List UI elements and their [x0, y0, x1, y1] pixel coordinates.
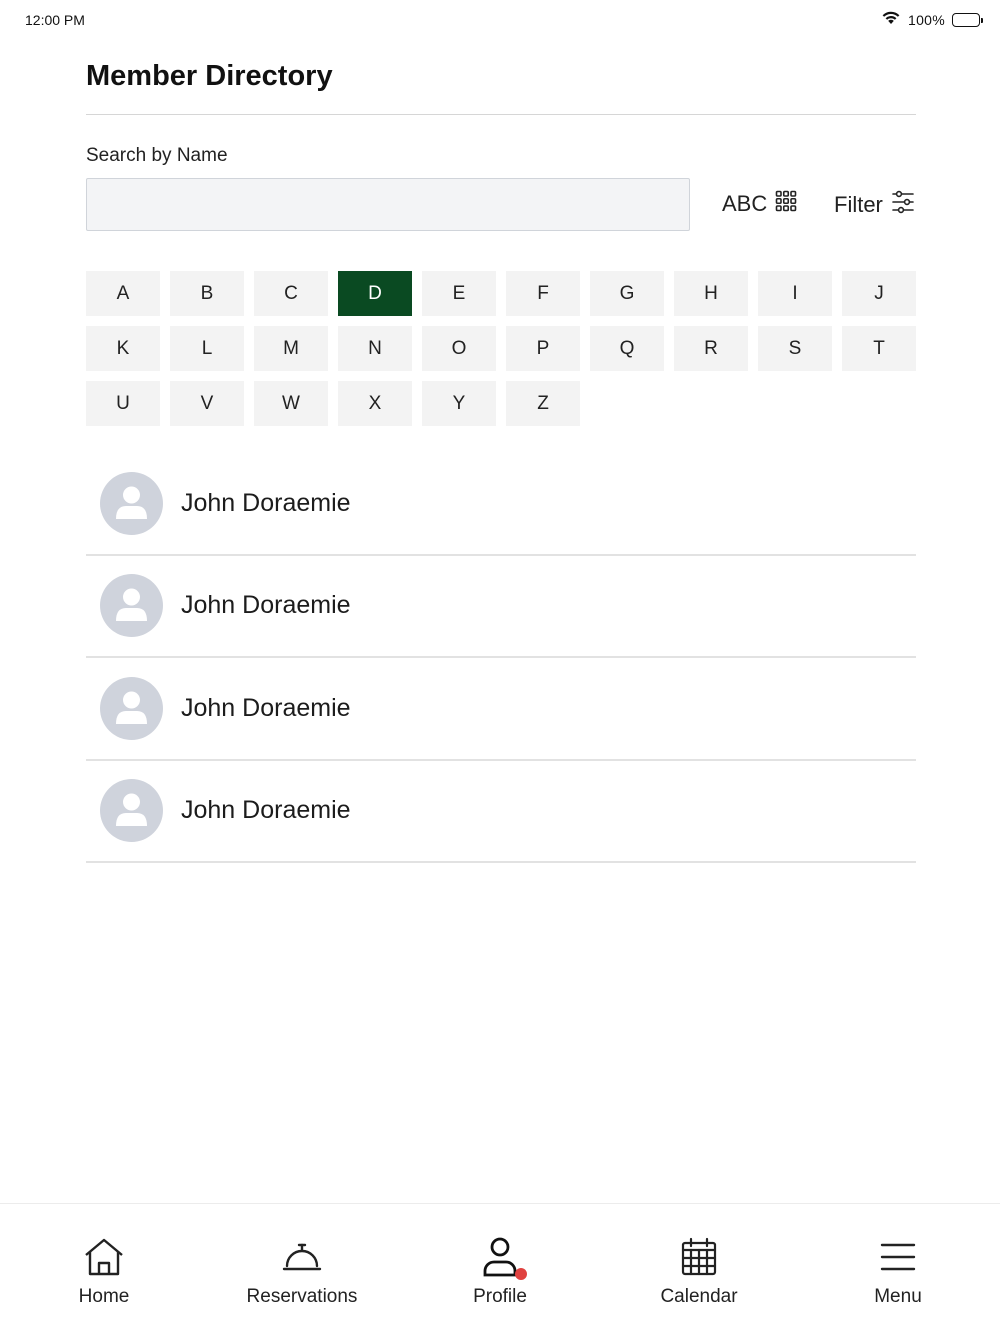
nav-menu-label: Menu [874, 1286, 922, 1307]
home-icon [82, 1232, 126, 1282]
member-row[interactable]: John Doraemie [86, 658, 916, 761]
member-row[interactable]: John Doraemie [86, 453, 916, 556]
title-divider [86, 114, 916, 115]
letter-button-a[interactable]: A [86, 271, 160, 316]
alphabet-filter: ABCDEFGHIJ KLMNOPQRST UVWXYZ [86, 271, 916, 426]
member-row[interactable]: John Doraemie [86, 556, 916, 658]
status-bar: 12:00 PM 100% [0, 0, 1000, 40]
member-name: John Doraemie [181, 591, 351, 620]
member-name: John Doraemie [181, 488, 351, 517]
letter-button-g[interactable]: G [590, 271, 664, 316]
abc-view-toggle[interactable]: ABC [722, 190, 797, 217]
battery-icon [952, 13, 983, 27]
letter-button-k[interactable]: K [86, 326, 160, 371]
letter-button-h[interactable]: H [674, 271, 748, 316]
member-name: John Doraemie [181, 796, 351, 825]
nav-menu[interactable]: Menu [818, 1232, 978, 1308]
search-input[interactable] [86, 178, 690, 231]
sliders-icon [891, 190, 915, 219]
abc-toggle-label: ABC [722, 190, 768, 216]
letter-button-j[interactable]: J [842, 271, 916, 316]
member-directory-screen: 12:00 PM 100% Member Directory Search by… [0, 0, 1000, 1334]
letter-button-c[interactable]: C [254, 271, 328, 316]
letter-button-d[interactable]: D [338, 271, 412, 316]
letter-button-p[interactable]: P [506, 326, 580, 371]
status-indicators: 100% [881, 10, 983, 30]
letter-button-x[interactable]: X [338, 381, 412, 426]
nav-reservations[interactable]: Reservations [222, 1232, 382, 1308]
letter-button-q[interactable]: Q [590, 326, 664, 371]
member-row[interactable]: John Doraemie [86, 761, 916, 863]
grid-icon [775, 190, 797, 217]
nav-calendar[interactable]: Calendar [619, 1232, 779, 1308]
profile-icon [482, 1232, 527, 1282]
search-label: Search by Name [86, 145, 228, 166]
letter-button-o[interactable]: O [422, 326, 496, 371]
page-title: Member Directory [86, 60, 333, 92]
hamburger-icon [880, 1232, 916, 1282]
letter-button-i[interactable]: I [758, 271, 832, 316]
nav-reservations-label: Reservations [246, 1286, 358, 1307]
letter-button-n[interactable]: N [338, 326, 412, 371]
avatar-person-icon [100, 779, 163, 843]
letter-button-v[interactable]: V [170, 381, 244, 426]
nav-calendar-label: Calendar [660, 1286, 738, 1307]
nav-home-label: Home [78, 1286, 130, 1307]
letter-button-t[interactable]: T [842, 326, 916, 371]
member-name: John Doraemie [181, 693, 351, 722]
letter-button-e[interactable]: E [422, 271, 496, 316]
letter-button-l[interactable]: L [170, 326, 244, 371]
letter-button-w[interactable]: W [254, 381, 328, 426]
wifi-icon [881, 10, 901, 30]
service-bell-icon [282, 1232, 322, 1282]
notification-badge [515, 1268, 527, 1280]
filter-label: Filter [834, 191, 883, 217]
letter-button-u[interactable]: U [86, 381, 160, 426]
calendar-icon [680, 1232, 718, 1282]
letter-button-b[interactable]: B [170, 271, 244, 316]
letter-button-z[interactable]: Z [506, 381, 580, 426]
battery-percentage: 100% [907, 12, 945, 28]
nav-profile-label: Profile [473, 1286, 527, 1307]
filter-button[interactable]: Filter [834, 190, 915, 219]
bottom-navigation: Home Reservations Profile Calendar Menu [0, 1203, 1000, 1334]
nav-profile[interactable]: Profile [420, 1232, 580, 1308]
nav-home[interactable]: Home [24, 1232, 184, 1308]
letter-button-m[interactable]: M [254, 326, 328, 371]
member-list: John Doraemie John Doraemie John Doraemie J… [86, 453, 916, 863]
letter-button-s[interactable]: S [758, 326, 832, 371]
letter-button-y[interactable]: Y [422, 381, 496, 426]
letter-button-r[interactable]: R [674, 326, 748, 371]
avatar-person-icon [100, 574, 163, 638]
avatar-person-icon [100, 676, 163, 740]
status-time: 12:00 PM [25, 12, 85, 28]
avatar-person-icon [100, 471, 163, 535]
letter-button-f[interactable]: F [506, 271, 580, 316]
